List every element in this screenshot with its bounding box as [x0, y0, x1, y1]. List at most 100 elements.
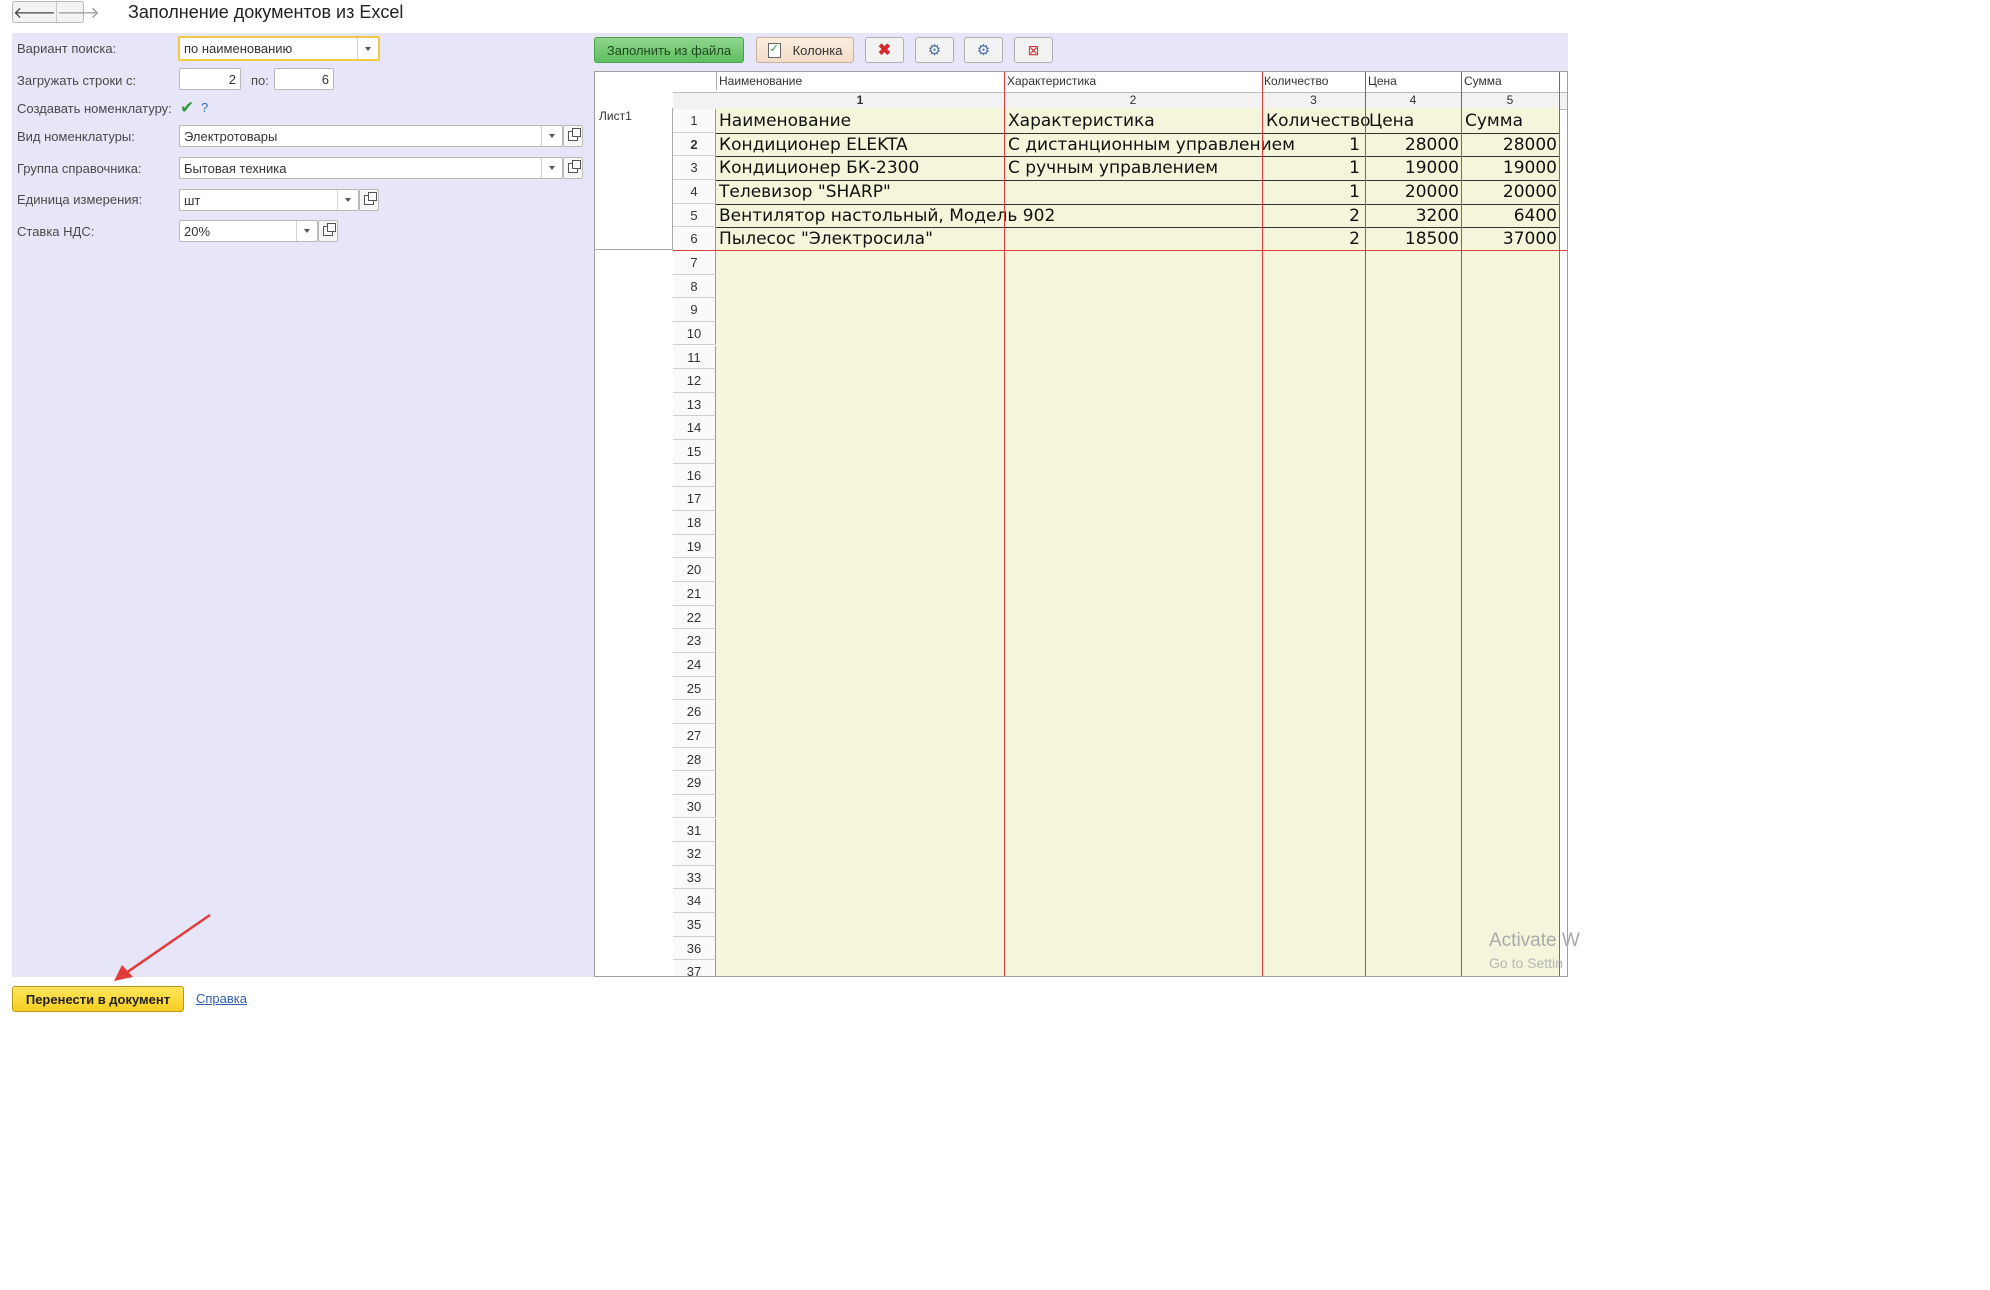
row-header[interactable]: 21 [673, 582, 716, 606]
row-header[interactable]: 35 [673, 913, 716, 937]
table-cell[interactable]: Характеристика [1008, 111, 1260, 131]
chevron-down-icon[interactable] [541, 158, 562, 178]
column-button[interactable]: Колонка [756, 37, 854, 63]
table-cell[interactable]: Цена [1369, 111, 1459, 131]
table-cell[interactable]: 3200 [1369, 206, 1459, 226]
search-variant-select[interactable]: по наименованию [178, 36, 380, 61]
row-header[interactable]: 23 [673, 629, 716, 653]
row-header[interactable]: 24 [673, 652, 716, 677]
open-unit-button[interactable] [359, 189, 379, 211]
nomenclature-type-select[interactable]: Электротовары [179, 125, 563, 147]
table-cell[interactable]: Вентилятор настольный, Модель 902 [719, 206, 1055, 226]
back-button[interactable]: 🡐 [13, 2, 56, 22]
row-header[interactable]: 36 [673, 936, 716, 961]
column-number[interactable]: 2 [1004, 93, 1262, 107]
table-cell[interactable]: 28000 [1465, 135, 1557, 155]
table-cell[interactable]: 28000 [1369, 135, 1459, 155]
column-header-sum[interactable]: Сумма [1464, 74, 1502, 88]
table-cell[interactable]: 2 [1266, 206, 1360, 226]
table-cell[interactable]: 1 [1266, 182, 1360, 202]
row-header[interactable]: 33 [673, 865, 716, 890]
catalog-group-select[interactable]: Бытовая техника [179, 157, 563, 179]
row-header[interactable]: 11 [673, 345, 716, 370]
row-header[interactable]: 26 [673, 700, 716, 724]
create-nomenclature-checkbox[interactable]: ✔ [180, 99, 196, 116]
unit-select[interactable]: шт [179, 189, 359, 211]
load-rows-from-input[interactable]: 2 [179, 68, 241, 90]
table-cell[interactable]: 1 [1266, 135, 1360, 155]
column-header-characteristic[interactable]: Характеристика [1007, 74, 1096, 88]
table-cell[interactable]: Количество [1266, 111, 1371, 131]
chevron-down-icon[interactable] [541, 126, 562, 146]
row-header[interactable]: 30 [673, 794, 716, 819]
chevron-down-icon[interactable] [337, 190, 358, 210]
table-cell[interactable]: 2 [1266, 229, 1360, 249]
column-header-quantity[interactable]: Количество [1264, 74, 1328, 88]
row-header[interactable]: 15 [673, 440, 716, 464]
table-cell[interactable]: 37000 [1465, 229, 1557, 249]
row-header[interactable]: 4 [673, 179, 716, 204]
row-header[interactable]: 34 [673, 889, 716, 914]
chevron-down-icon[interactable] [357, 38, 378, 59]
row-header[interactable]: 20 [673, 558, 716, 582]
row-header[interactable]: 18 [673, 511, 716, 535]
row-header[interactable]: 28 [673, 747, 716, 772]
fill-from-file-button[interactable]: Заполнить из файла [594, 37, 744, 63]
table-cell[interactable]: 19000 [1465, 158, 1557, 178]
row-header[interactable]: 12 [673, 369, 716, 393]
table-cell[interactable]: С дистанционным управлением [1008, 135, 1295, 155]
row-header[interactable]: 5 [673, 203, 716, 228]
open-vat-rate-button[interactable] [318, 220, 338, 242]
load-settings-button[interactable]: ⚙ [964, 37, 1003, 63]
column-number[interactable]: 4 [1365, 93, 1461, 107]
spreadsheet[interactable]: Наименование Характеристика Количество Ц… [594, 71, 1568, 977]
table-cell[interactable]: 20000 [1369, 182, 1459, 202]
row-header[interactable]: 31 [673, 818, 716, 843]
help-icon[interactable]: ? [201, 100, 208, 115]
help-link[interactable]: Справка [196, 991, 247, 1006]
row-header[interactable]: 19 [673, 534, 716, 559]
row-header[interactable]: 2 [673, 132, 716, 157]
chevron-down-icon[interactable] [296, 221, 317, 241]
row-header[interactable]: 27 [673, 723, 716, 748]
table-cell[interactable]: Пылесос "Электросила" [719, 229, 1003, 249]
forward-button[interactable]: 🡒 [55, 2, 100, 22]
row-header[interactable]: 17 [673, 487, 716, 512]
row-header[interactable]: 3 [673, 156, 716, 180]
column-number[interactable]: 1 [716, 93, 1004, 107]
row-header[interactable]: 29 [673, 771, 716, 795]
open-catalog-group-button[interactable] [563, 157, 583, 179]
table-cell[interactable]: Телевизор "SHARP" [719, 182, 1003, 202]
column-number[interactable]: 3 [1262, 93, 1365, 107]
row-header[interactable]: 13 [673, 392, 716, 417]
table-cell[interactable]: 6400 [1465, 206, 1557, 226]
column-header-name[interactable]: Наименование [719, 74, 802, 88]
row-header[interactable]: 10 [673, 321, 716, 346]
table-cell[interactable]: 19000 [1369, 158, 1459, 178]
row-header[interactable]: 14 [673, 416, 716, 441]
load-rows-to-input[interactable]: 6 [274, 68, 334, 90]
row-header[interactable]: 7 [673, 250, 716, 275]
row-header[interactable]: 8 [673, 274, 716, 299]
row-header[interactable]: 6 [673, 227, 716, 251]
table-cell[interactable]: 1 [1266, 158, 1360, 178]
row-header[interactable]: 16 [673, 463, 716, 488]
delete-button[interactable]: ✖ [865, 37, 904, 63]
save-settings-button[interactable]: ⚙ [915, 37, 954, 63]
row-header[interactable]: 25 [673, 676, 716, 701]
row-header[interactable]: 22 [673, 605, 716, 630]
row-header[interactable]: 37 [673, 960, 716, 976]
table-cell[interactable]: С ручным управлением [1008, 158, 1260, 178]
column-header-price[interactable]: Цена [1368, 74, 1397, 88]
table-cell[interactable]: Кондиционер БК-2300 [719, 158, 1003, 178]
table-cell[interactable]: Наименование [719, 111, 1003, 131]
table-cell[interactable]: 18500 [1369, 229, 1459, 249]
row-header[interactable]: 9 [673, 298, 716, 322]
row-header[interactable]: 1 [673, 109, 716, 133]
open-nomenclature-type-button[interactable] [563, 125, 583, 147]
row-header[interactable]: 32 [673, 842, 716, 866]
table-cell[interactable]: Сумма [1465, 111, 1557, 131]
transfer-to-document-button[interactable]: Перенести в документ [12, 986, 184, 1012]
table-cell[interactable]: Кондиционер ELEKTA [719, 135, 1003, 155]
vat-rate-select[interactable]: 20% [179, 220, 318, 242]
